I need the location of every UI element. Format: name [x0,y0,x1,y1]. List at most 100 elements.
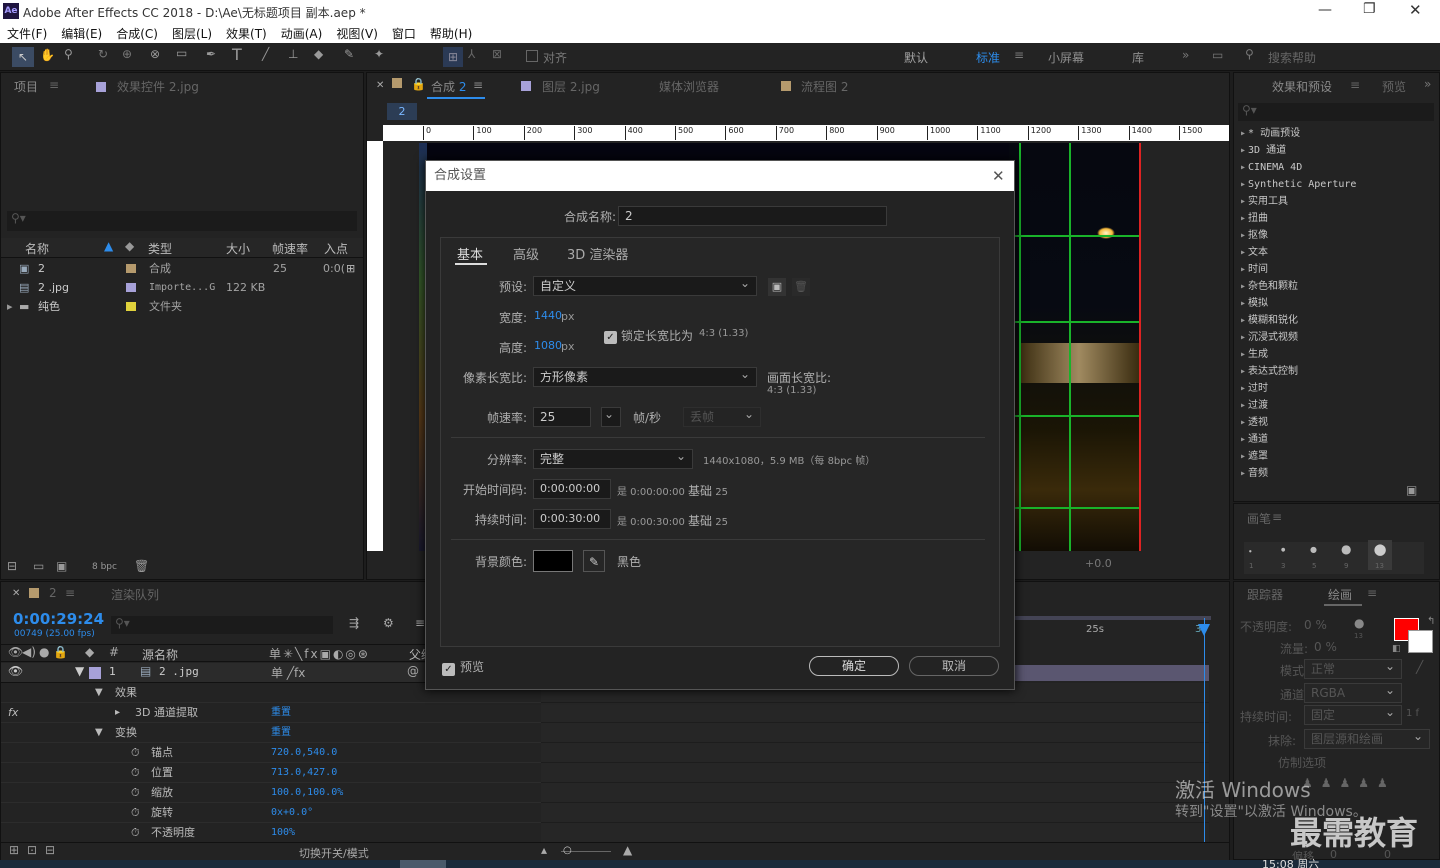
background-color[interactable] [1408,630,1433,653]
axis-view-icon[interactable]: ⊠ [492,47,502,61]
menu-window[interactable]: 窗口 [385,23,423,42]
dialog-close-icon[interactable]: ✕ [992,161,1005,191]
expand-arrow-icon[interactable]: ▸ [1240,264,1246,275]
snap-checkbox[interactable] [526,50,538,62]
panel-menu-icon[interactable]: ≡ [65,586,75,600]
list-item[interactable]: ▤ 2 .jpg Importe...G 122 KB [1,278,363,297]
menu-help[interactable]: 帮助(H) [423,23,479,42]
effects-search-input[interactable]: ⚲▾ [1238,103,1434,121]
tab-brush[interactable]: 画笔 [1247,510,1271,527]
effect-category-item[interactable]: ▸ 时间 [1234,261,1424,278]
in-out-pane-icon[interactable]: ⊡ [27,843,37,857]
axis-local-icon[interactable]: ⊞ [443,47,463,67]
effect-category-item[interactable]: ▸ 遮罩 [1234,448,1424,465]
menu-composition[interactable]: 合成(C) [109,23,165,42]
tab-render-queue[interactable]: 渲染队列 [111,586,159,603]
property-value[interactable]: 100.0,100.0% [271,783,343,803]
comp-breadcrumb[interactable]: 2 [387,103,417,120]
property-row[interactable]: ⏱ 不透明度 100% [1,823,541,843]
expand-pane-icon[interactable]: ⊞ [9,843,19,857]
effect-category-item[interactable]: ▸ 过时 [1234,380,1424,397]
stopwatch-icon[interactable]: ⏱ [131,823,140,843]
project-search-input[interactable]: ⚲▾ [7,211,357,231]
new-composition-icon[interactable]: ▣ [56,559,67,573]
property-value[interactable]: 720.0,540.0 [271,743,337,763]
pixel-aspect-select[interactable]: 方形像素 [533,365,757,387]
drop-frame-select[interactable]: 丢帧 [683,405,761,427]
new-folder-icon[interactable]: ▭ [33,559,44,573]
lock-aspect-checkbox[interactable]: ✓ [604,327,617,344]
channel-select[interactable]: RGBA [1304,681,1402,703]
property-value[interactable]: 0x+0.0° [271,803,313,823]
list-item[interactable]: ▸ ▬ 纯色 文件夹 [1,297,363,316]
tab-composition[interactable]: 合成 2 [431,78,466,95]
effect-category-item[interactable]: ▸ 表达式控制 [1234,363,1424,380]
menu-effect[interactable]: 效果(T) [219,23,274,42]
workspace-default[interactable]: 默认 [904,49,928,66]
swap-colors-icon[interactable]: ↰ [1427,616,1435,627]
delete-preset-icon[interactable]: 🗑 [792,278,810,296]
col-size[interactable]: 大小 [226,240,250,257]
tab-effect-controls[interactable]: 效果控件 2.jpg [117,78,199,95]
expand-arrow-icon[interactable]: ▸ [1240,162,1246,173]
save-preset-icon[interactable]: ▣ [768,278,786,296]
lock-toggle-icon[interactable]: 🔒 [53,645,68,659]
stopwatch-icon[interactable]: ⏱ [131,743,140,763]
effect-category-item[interactable]: ▸ 杂色和颗粒 [1234,278,1424,295]
tab-preview[interactable]: 预览 [1382,78,1406,95]
expand-arrow-icon[interactable]: ▸ [1240,417,1246,428]
eraser-tool-icon[interactable]: ◆ [314,47,323,61]
col-in[interactable]: 入点 [324,240,348,257]
toggle-switches-modes[interactable]: 切换开关/模式 [299,845,369,861]
col-fps[interactable]: 帧速率 [272,240,308,257]
hand-tool-icon[interactable]: ✋ [40,48,55,62]
expand-arrow-icon[interactable]: ▸ [1240,196,1246,207]
minimize-icon[interactable]: — [1318,2,1332,18]
expand-arrow-icon[interactable]: ▸ [1240,366,1246,377]
rotate-tool-icon[interactable]: ↻ [98,47,108,61]
menu-view[interactable]: 视图(V) [329,23,385,42]
clone-stamp-tool-icon[interactable]: ⊥ [288,47,298,61]
comp-lock-icon[interactable]: 🔒 [411,77,426,91]
expand-arrow-icon[interactable]: ▸ [7,297,13,316]
preview-checkbox[interactable]: ✓ [442,659,455,676]
effect-category-item[interactable]: ▸ 通道 [1234,431,1424,448]
expand-arrow-icon[interactable]: ▸ [1240,349,1246,360]
effect-category-item[interactable]: ▸ 透视 [1234,414,1424,431]
cancel-button[interactable]: 取消 [909,656,999,676]
parent-pickwhip-icon[interactable]: @ [407,664,419,678]
property-value[interactable]: 重置 [271,703,291,723]
menu-animation[interactable]: 动画(A) [274,23,330,42]
col-source-name[interactable]: 源名称 [142,646,178,663]
erase-select[interactable]: 图层源和绘画 [1304,727,1430,749]
bg-color-swatch[interactable] [533,550,573,572]
effect-category-item[interactable]: ▸ 实用工具 [1234,193,1424,210]
stretch-pane-icon[interactable]: ⊟ [45,843,55,857]
tab-layer[interactable]: 图层 2.jpg [542,78,600,95]
tab-project[interactable]: 项目 [14,78,38,95]
tab-tracker[interactable]: 跟踪器 [1247,586,1283,603]
workspace-small-screen[interactable]: 小屏幕 [1048,49,1084,66]
interpret-footage-icon[interactable]: ⊟ [7,559,17,573]
workspace-menu-icon[interactable]: ≡ [1014,48,1024,62]
expand-arrow-icon[interactable]: ▸ [1240,179,1246,190]
type-tool-icon[interactable]: T [232,45,242,64]
expand-arrow-icon[interactable]: ▸ [1240,145,1246,156]
fps-input[interactable]: 25 [533,407,591,427]
brush-tip[interactable]: ● [1310,545,1317,554]
duration-frames[interactable]: 1 f [1406,708,1419,719]
close-icon[interactable]: ✕ [1409,1,1422,19]
tab-basic[interactable]: 基本 [457,244,483,263]
comp-name-input[interactable]: 2 [618,206,887,226]
expand-arrow-icon[interactable]: ▸ [1240,468,1246,479]
fps-dropdown[interactable] [601,405,621,427]
close-tab-icon[interactable]: ✕ [376,80,384,91]
puppet-pin-tool-icon[interactable]: ✦ [374,47,384,61]
solo-toggle-icon[interactable]: ● [39,645,49,659]
expand-arrow-icon[interactable]: ▸ [1240,298,1246,309]
comp-flowchart-icon[interactable]: ⇶ [349,616,359,630]
camera-tool-icon[interactable]: ⊕ [122,47,132,61]
zoom-tool-icon[interactable]: ⚲ [64,47,73,61]
eye-icon[interactable]: 👁 [8,664,23,678]
panel-menu-icon[interactable]: ≡ [1272,510,1282,524]
